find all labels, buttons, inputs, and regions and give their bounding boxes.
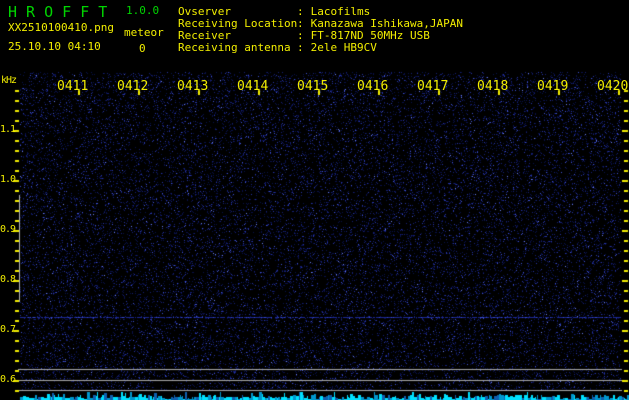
time-label: 0414 <box>237 79 269 94</box>
station-info-block: Ovserver: Lacofilms Receiving Location: K… <box>178 6 463 54</box>
freq-axis-unit: kHz <box>1 75 17 86</box>
echo-count: 0 <box>139 42 146 55</box>
info-separator: : <box>297 41 304 54</box>
freq-label: 1.1 <box>0 124 16 135</box>
hrofft-screen: H R O F F T 1.0.0 XX2510100410.png meteo… <box>0 0 629 400</box>
time-label: 0418 <box>477 79 509 94</box>
freq-label: 1.0 <box>0 174 16 185</box>
time-label: 0415 <box>297 79 329 94</box>
info-row: Receiving antenna: 2ele HB9CV <box>178 42 463 54</box>
time-label: 0411 <box>57 79 89 94</box>
info-value: 2ele HB9CV <box>304 41 377 54</box>
time-label: 0419 <box>537 79 569 94</box>
app-version: 1.0.0 <box>126 4 160 17</box>
freq-label: 0.7 <box>0 324 16 335</box>
time-label: 0413 <box>177 79 209 94</box>
freq-label: 0.6 <box>0 374 16 385</box>
freq-label: 0.8 <box>0 274 16 285</box>
time-label: 0420 <box>597 79 629 94</box>
time-label: 0417 <box>417 79 449 94</box>
freq-label: 0.9 <box>0 224 16 235</box>
time-label: 0416 <box>357 79 389 94</box>
datetime-label: 25.10.10 04:10 <box>8 40 101 53</box>
app-title: H R O F F T <box>8 3 108 21</box>
mode-label: meteor <box>124 26 164 39</box>
output-filename: XX2510100410.png <box>8 21 114 34</box>
spectrogram-canvas <box>0 0 629 400</box>
time-label: 0412 <box>117 79 149 94</box>
info-label: Receiving antenna <box>178 41 291 54</box>
